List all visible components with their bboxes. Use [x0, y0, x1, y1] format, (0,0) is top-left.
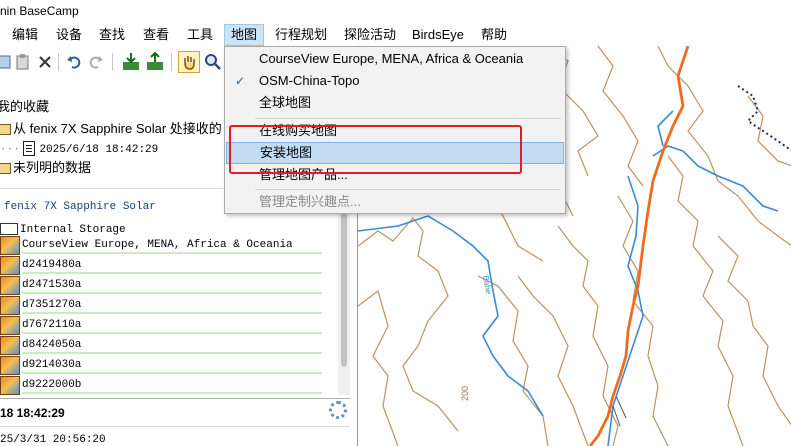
- folder-icon: [0, 163, 11, 175]
- map-item[interactable]: d9214030a: [0, 356, 330, 376]
- map-item-underline: [22, 372, 322, 374]
- map-item[interactable]: d2471530a: [0, 276, 330, 296]
- gear-icon[interactable]: [329, 401, 347, 419]
- panel-splitter[interactable]: [0, 398, 350, 399]
- folder-icon: [0, 124, 11, 136]
- menu-find[interactable]: 查找: [93, 24, 131, 46]
- menu-trip-planning[interactable]: 行程规划: [269, 24, 333, 46]
- send-to-device-icon[interactable]: [144, 51, 166, 73]
- menu-bar: 编辑 设备 查找 查看 工具 地图 行程规划 探险活动 BirdsEye 帮助: [0, 24, 791, 46]
- toolbar-separator: [112, 53, 113, 71]
- map-item-label: d7351270a: [22, 299, 82, 311]
- river-label: Bahe: [481, 275, 493, 296]
- toolbar-separator: [171, 53, 172, 71]
- menu-adventures[interactable]: 探险活动: [338, 24, 402, 46]
- scrollbar-thumb[interactable]: [341, 197, 347, 367]
- menu-item-label: 管理定制兴趣点...: [259, 194, 361, 209]
- map-item-underline: [22, 292, 322, 294]
- map-product-icon: [0, 256, 20, 275]
- received-folder-label: 从 fenix 7X Sapphire Solar 处接收的: [13, 121, 222, 136]
- map-item[interactable]: d7351270a: [0, 296, 330, 316]
- window-title: nin BaseCamp: [0, 0, 791, 22]
- map-product-icon: [0, 276, 20, 295]
- device-header[interactable]: fenix 7X Sapphire Solar: [4, 197, 156, 217]
- menu-edit[interactable]: 编辑: [6, 24, 44, 46]
- map-item-underline: [22, 252, 322, 254]
- menu-separator: [255, 189, 561, 190]
- my-collection-label[interactable]: 我的收藏: [0, 97, 49, 117]
- boundary-line: [737, 85, 791, 152]
- menu-help[interactable]: 帮助: [475, 24, 513, 46]
- hand-pan-icon[interactable]: [178, 51, 200, 73]
- map-item-underline: [22, 272, 322, 274]
- details-divider: [0, 426, 350, 427]
- map-item[interactable]: d9222000b: [0, 376, 330, 396]
- map-product-icon: [0, 296, 20, 315]
- undo-icon[interactable]: [63, 51, 85, 73]
- checkmark-icon: ✓: [235, 74, 246, 88]
- menu-item-label: OSM-China-Topo: [259, 73, 360, 88]
- menu-item-label: CourseView Europe, MENA, Africa & Oceani…: [259, 51, 524, 66]
- unlisted-data-label: 未列明的数据: [13, 160, 92, 175]
- menu-birdseye[interactable]: BirdsEye: [406, 24, 470, 46]
- menu-view[interactable]: 查看: [137, 24, 175, 46]
- folder-open-icon: [0, 222, 18, 235]
- internal-storage-item[interactable]: Internal Storage: [0, 218, 126, 238]
- details-time-secondary: 25/3/31 20:56:20: [0, 434, 106, 446]
- received-folder[interactable]: 从 fenix 7X Sapphire Solar 处接收的: [0, 119, 222, 139]
- map-item-underline: [22, 392, 322, 394]
- map-item-label: d9214030a: [22, 359, 82, 371]
- internal-storage-label: Internal Storage: [20, 224, 126, 236]
- map-item-label: CourseView Europe, MENA, Africa & Oceani…: [22, 239, 293, 251]
- map-item[interactable]: CourseView Europe, MENA, Africa & Oceani…: [0, 236, 330, 256]
- document-icon: [23, 141, 36, 157]
- map-item-underline: [22, 352, 322, 354]
- map-item-underline: [22, 332, 322, 334]
- map-item-label: d2419480a: [22, 259, 82, 271]
- map-item-label: d7672110a: [22, 319, 82, 331]
- unlisted-data-folder[interactable]: 未列明的数据: [0, 158, 91, 178]
- map-item[interactable]: d8424050a: [0, 336, 330, 356]
- menu-separator: [255, 118, 561, 119]
- map-item[interactable]: d7672110a: [0, 316, 330, 336]
- map-item-underline: [22, 312, 322, 314]
- map-product-icon: [0, 236, 20, 255]
- received-date-item[interactable]: ··· 2025/6/18 18:42:29: [0, 138, 158, 158]
- map-product-icon: [0, 356, 20, 375]
- menu-item-osm-china-topo[interactable]: ✓ OSM-China-Topo: [226, 70, 564, 92]
- map-item-label: d9222000b: [22, 379, 82, 391]
- map-product-icon: [0, 316, 20, 335]
- menu-item-courseview[interactable]: CourseView Europe, MENA, Africa & Oceani…: [226, 48, 564, 70]
- map-item[interactable]: d2419480a: [0, 256, 330, 276]
- annotation-highlight-box: [229, 125, 522, 174]
- details-time: 18 18:42:29: [0, 406, 65, 420]
- tree-dots: ···: [0, 144, 20, 156]
- menu-item-global-map[interactable]: 全球地图: [226, 92, 564, 114]
- zoom-icon[interactable]: [202, 51, 224, 73]
- map-item-label: d2471530a: [22, 279, 82, 291]
- menu-map[interactable]: 地图: [224, 24, 265, 46]
- menu-device[interactable]: 设备: [50, 24, 88, 46]
- toolbar-separator: [58, 53, 59, 71]
- map-product-icon: [0, 376, 20, 395]
- menu-item-label: 全球地图: [259, 95, 312, 110]
- contour-label: 200: [460, 386, 470, 401]
- receive-from-device-icon[interactable]: [120, 51, 142, 73]
- menu-tools[interactable]: 工具: [181, 24, 219, 46]
- redo-icon[interactable]: [85, 51, 107, 73]
- menu-item-manage-custom-pois: 管理定制兴趣点...: [226, 191, 564, 213]
- received-date: 2025/6/18 18:42:29: [39, 144, 159, 156]
- delete-icon[interactable]: [34, 51, 56, 73]
- map-item-label: d8424050a: [22, 339, 82, 351]
- library-scrollbar[interactable]: [338, 195, 350, 395]
- paste-icon[interactable]: [12, 51, 34, 73]
- map-product-icon: [0, 336, 20, 355]
